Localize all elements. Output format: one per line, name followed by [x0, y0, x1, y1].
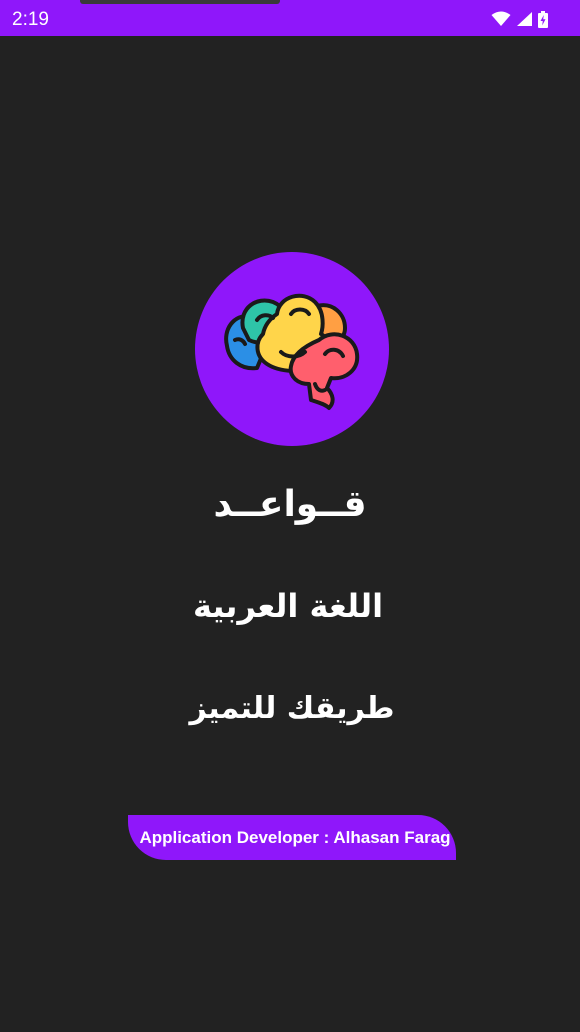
title-arabic-language: اللغة العربية	[192, 587, 384, 625]
signal-icon	[517, 12, 532, 26]
app-logo	[195, 252, 389, 446]
status-time: 2:19	[12, 9, 49, 30]
status-icons	[491, 10, 548, 28]
developer-badge: Application Developer : Alhasan Farag	[128, 815, 456, 860]
status-bar: 2:19	[0, 0, 580, 36]
brain-icon	[224, 293, 360, 410]
wifi-icon	[491, 11, 511, 26]
tagline: طريقك للتميز	[189, 691, 395, 726]
splash-screen: 2:19 قــواعــد اللغة العربية طريقك للتمي…	[0, 0, 580, 1032]
battery-charging-icon	[538, 10, 548, 28]
camera-notch	[80, 0, 280, 4]
title-rules: قــواعــد	[213, 484, 367, 525]
